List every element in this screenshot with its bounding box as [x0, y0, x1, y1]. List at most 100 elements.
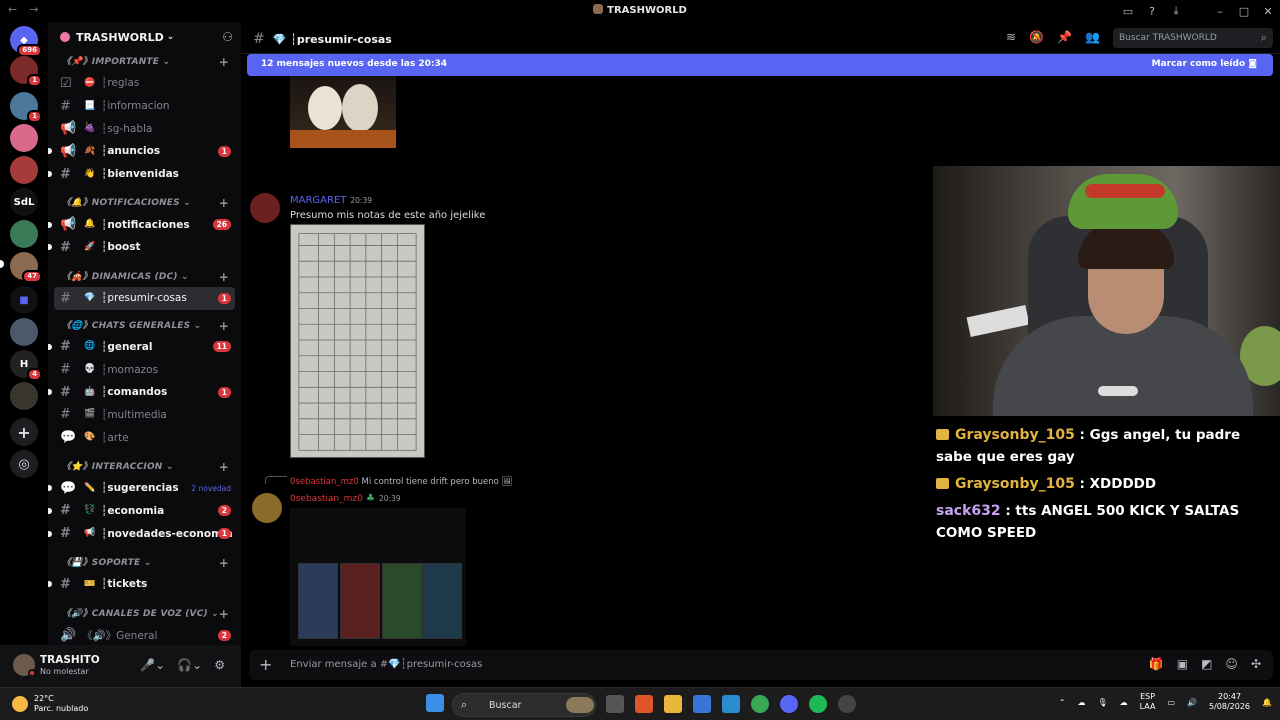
attachment-image[interactable] — [290, 508, 466, 646]
server-item[interactable] — [10, 220, 38, 248]
new-messages-banner[interactable]: 12 mensajes nuevos desde las 20:34 Marca… — [247, 54, 1273, 76]
gear-icon[interactable]: ⚙ — [214, 658, 225, 672]
add-channel-icon[interactable]: + — [219, 193, 229, 213]
channel-tickets[interactable]: # 🎫 ┆tickets — [48, 573, 241, 596]
mark-as-read-button[interactable]: Marcar como leído ◙ — [1152, 59, 1257, 69]
guild-header[interactable]: TRASHWORLD ⌄ ⚇ — [48, 22, 241, 52]
add-member-icon[interactable]: ⚇ — [222, 30, 233, 44]
microphone-icon[interactable]: 🎤⌄ — [140, 658, 165, 672]
channel-economia[interactable]: # 💱 ┆economia 2 — [48, 500, 241, 523]
channel-momazos[interactable]: # 💀 ┆momazos — [48, 358, 241, 381]
category-importante[interactable]: 《📌》IMPORTANTE ⌄ + — [48, 52, 241, 72]
microphone-icon[interactable]: 🎙 — [1098, 698, 1108, 707]
chevron-up-icon[interactable]: ⌃ — [1059, 698, 1066, 707]
server-item[interactable] — [10, 382, 38, 410]
apps-icon[interactable]: ✣ — [1251, 657, 1261, 671]
server-item[interactable] — [10, 318, 38, 346]
channel-anuncios[interactable]: 📢 🍂 ┆anuncios 1 — [48, 140, 241, 163]
server-item[interactable]: 1 — [10, 56, 42, 87]
server-item[interactable] — [10, 124, 38, 152]
close-button[interactable]: ✕ — [1256, 5, 1280, 18]
sticker-icon[interactable]: ◩ — [1201, 657, 1212, 671]
user-name[interactable]: TRASHITO — [40, 654, 100, 666]
server-item[interactable]: 1 — [10, 92, 42, 123]
clock[interactable]: 20:47 5/08/2026 — [1209, 692, 1250, 712]
discord-icon[interactable] — [780, 695, 798, 713]
category-voz[interactable]: 《🔊》CANALES DE VOZ (VC) ⌄ + — [48, 604, 241, 624]
weather-widget[interactable]: 22°C Parc. nublado — [12, 694, 88, 714]
onedrive-icon[interactable]: ☁ — [1120, 698, 1128, 707]
file-explorer-icon[interactable] — [664, 695, 682, 713]
inbox-icon[interactable]: ▭ — [1116, 5, 1140, 18]
channel-bienvenidas[interactable]: # 👋 ┆bienvenidas — [48, 163, 241, 186]
bell-muted-icon[interactable]: 🔕 — [1029, 30, 1044, 44]
display-icon[interactable]: ▭ — [1167, 698, 1175, 707]
reply-preview[interactable]: 0sebastian_mz0 Mi control tiene drift pe… — [290, 477, 512, 487]
category-chats-generales[interactable]: 《🌐》CHATS GENERALES ⌄ + — [48, 316, 241, 336]
discover-icon[interactable]: ◎ — [10, 450, 38, 478]
attachment-image[interactable] — [290, 224, 425, 458]
threads-icon[interactable]: ≋ — [1006, 30, 1016, 44]
channel-multimedia[interactable]: # 🎬 ┆multimedia — [48, 404, 241, 427]
gif-icon[interactable]: ▣ — [1177, 657, 1188, 671]
category-interaccion[interactable]: 《⭐》INTERACCION ⌄ + — [48, 457, 241, 477]
avatar[interactable] — [252, 493, 282, 523]
add-channel-icon[interactable]: + — [219, 267, 229, 287]
message-composer[interactable]: + Enviar mensaje a #💎┆presumir-cosas 🎁 ▣… — [249, 650, 1273, 680]
direct-messages-button[interactable]: ◆ 696 — [10, 26, 42, 57]
brave-icon[interactable] — [635, 695, 653, 713]
add-channel-icon[interactable]: + — [219, 604, 229, 624]
language-indicator[interactable]: ESP LAA — [1140, 692, 1156, 712]
add-attachment-icon[interactable]: + — [259, 655, 272, 674]
server-item-sdl[interactable]: SdL — [10, 188, 38, 216]
channel-presumir-cosas[interactable]: # 💎 ┆presumir-cosas 1 — [54, 286, 235, 310]
add-channel-icon[interactable]: + — [219, 553, 229, 573]
attachment-image[interactable] — [290, 76, 396, 148]
notepad-icon[interactable] — [722, 695, 740, 713]
add-server-icon[interactable]: + — [10, 418, 38, 446]
server-item[interactable]: H4 — [10, 350, 42, 381]
windows-start-icon[interactable] — [426, 694, 444, 712]
volume-icon[interactable]: 🔊 — [1187, 698, 1197, 707]
channel-novedades-economia[interactable]: # 📢 ┆novedades-economia 1 — [48, 522, 241, 545]
minimize-button[interactable]: – — [1208, 5, 1232, 18]
channel-boost[interactable]: # 🚀 ┆boost — [48, 236, 241, 259]
store-icon[interactable] — [693, 695, 711, 713]
channel-general[interactable]: # 🌐 ┆general 11 — [48, 336, 241, 359]
help-icon[interactable]: ? — [1140, 5, 1164, 18]
message-author[interactable]: 0sebastian_mz0 — [290, 494, 363, 504]
channel-reglas[interactable]: ☑ ⛔ ┆reglas — [48, 72, 241, 95]
add-channel-icon[interactable]: + — [219, 457, 229, 477]
category-notificaciones[interactable]: 《🔔》NOTIFICACIONES ⌄ + — [48, 193, 241, 213]
spotify-icon[interactable] — [809, 695, 827, 713]
channel-sugerencias[interactable]: 💬 ✏️ ┆sugerencias 2 novedad — [48, 477, 241, 500]
emoji-icon[interactable]: ☺ — [1225, 657, 1238, 671]
notification-icon[interactable]: 🔔 — [1262, 698, 1272, 707]
add-channel-icon[interactable]: + — [219, 52, 229, 72]
obs-icon[interactable] — [838, 695, 856, 713]
channel-comandos[interactable]: # 🤖 ┆comandos 1 — [48, 381, 241, 404]
server-item-trashworld[interactable]: 47 — [10, 252, 42, 283]
cloud-icon[interactable]: ☁ — [1078, 698, 1086, 707]
task-view-icon[interactable] — [606, 695, 624, 713]
maximize-button[interactable]: □ — [1232, 5, 1256, 18]
gift-icon[interactable]: 🎁 — [1149, 657, 1164, 671]
channel-notificaciones[interactable]: 📢 🔔 ┆notificaciones 26 — [48, 213, 241, 236]
avatar[interactable] — [250, 193, 280, 223]
download-icon[interactable]: ⤓ — [1164, 4, 1188, 18]
message-author[interactable]: MARGARET — [290, 195, 346, 206]
headphones-icon[interactable]: 🎧⌄ — [177, 658, 202, 672]
folder-icon[interactable]: ■ — [10, 286, 38, 314]
voice-channel-general[interactable]: 🔊 《🔊》General 2 — [48, 624, 241, 645]
channel-sg-habla[interactable]: 📢 🍇 ┆sg-habla — [48, 117, 241, 140]
category-dinamicas[interactable]: 《🎪》DINAMICAS (DC) ⌄ + — [48, 267, 241, 287]
add-channel-icon[interactable]: + — [219, 316, 229, 336]
pin-icon[interactable]: 📌 — [1057, 30, 1072, 44]
channel-informacion[interactable]: # 📃 ┆informacion — [48, 95, 241, 118]
server-item[interactable] — [10, 156, 38, 184]
members-icon[interactable]: 👥 — [1085, 30, 1100, 44]
category-soporte[interactable]: 《💾》SOPORTE ⌄ + — [48, 553, 241, 573]
chrome-icon[interactable] — [751, 695, 769, 713]
channel-arte[interactable]: 💬 🎨 ┆arte — [48, 426, 241, 449]
search-input[interactable]: Buscar TRASHWORLD ⌕ — [1113, 28, 1273, 48]
